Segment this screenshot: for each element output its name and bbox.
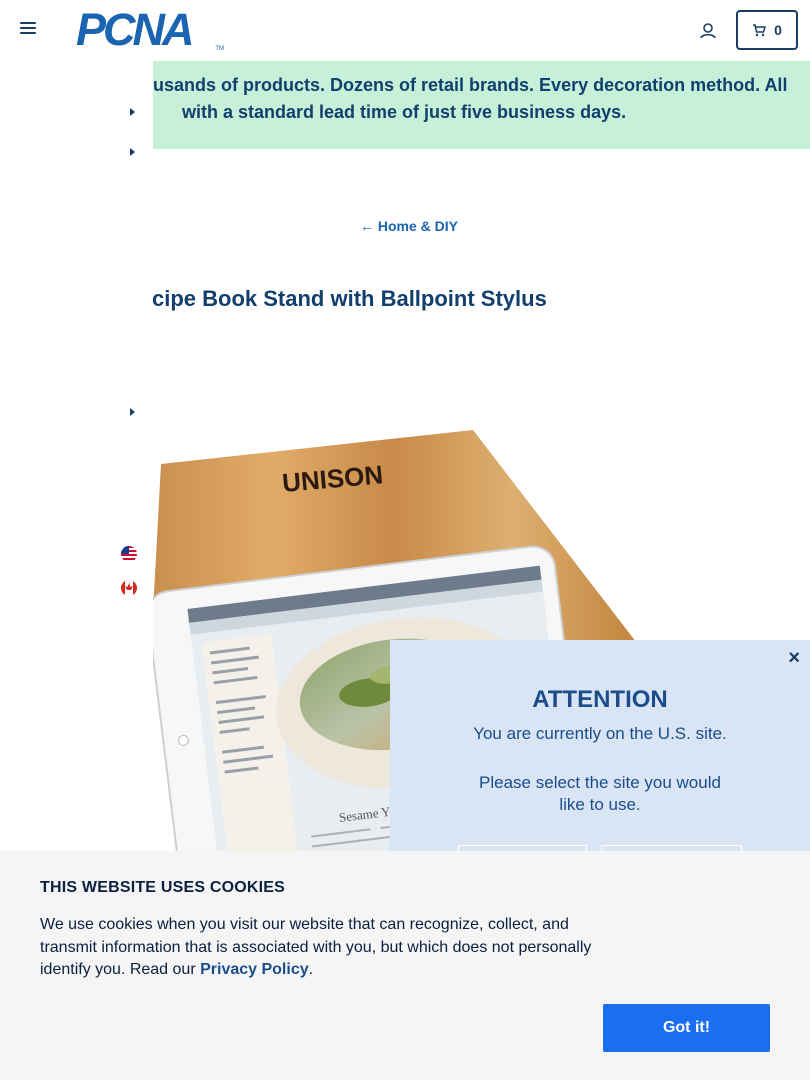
promo-line-1: usands of products. Dozens of retail bra… [153, 75, 788, 95]
logo-text: PCNA [76, 4, 195, 55]
cookie-title: THIS WEBSITE USES COOKIES [40, 879, 286, 896]
chevron-right-icon[interactable] [130, 408, 135, 416]
cookie-text-body: We use cookies when you visit our websit… [40, 916, 592, 978]
popup-select-line1: Please select the site you would [479, 773, 721, 792]
cookie-text: We use cookies when you visit our websit… [40, 914, 610, 982]
product-title: cipe Book Stand with Ballpoint Stylus [152, 286, 547, 311]
breadcrumb-home-diy[interactable]: ← Home & DIY [360, 218, 458, 234]
pcna-logo[interactable]: PCNA TM [76, 4, 226, 55]
popup-title: ATTENTION [532, 686, 668, 713]
site-header: PCNA TM 0 [0, 0, 810, 60]
menu-icon[interactable] [20, 22, 36, 38]
promo-line-2: with a standard lead time of just five b… [182, 102, 627, 122]
us-flag-icon[interactable] [121, 546, 137, 562]
cookie-banner: THIS WEBSITE USES COOKIES We use cookies… [0, 851, 810, 1080]
breadcrumb-label: Home & DIY [377, 218, 459, 234]
cart-count: 0 [774, 22, 782, 38]
close-icon[interactable]: × [788, 648, 800, 668]
privacy-policy-link[interactable]: Privacy Policy [200, 961, 309, 978]
popup-select-line2: like to use. [559, 795, 641, 814]
cart-button[interactable]: 0 [736, 10, 798, 50]
arrow-left-icon: ← [360, 218, 374, 234]
popup-current-site: You are currently on the U.S. site. [473, 724, 727, 743]
logo-trademark: TM [215, 46, 224, 52]
cookie-text-end: . [308, 961, 314, 978]
account-icon[interactable] [699, 22, 717, 40]
chevron-right-icon[interactable] [130, 108, 135, 116]
site-selection-popup: × ATTENTION You are currently on the U.S… [390, 640, 810, 865]
chevron-right-icon[interactable] [130, 148, 135, 156]
got-it-button[interactable]: Got it! [603, 1004, 770, 1052]
cart-icon [753, 23, 767, 36]
promo-banner: usands of products. Dozens of retail bra… [153, 61, 810, 149]
canada-flag-icon[interactable] [121, 580, 137, 596]
